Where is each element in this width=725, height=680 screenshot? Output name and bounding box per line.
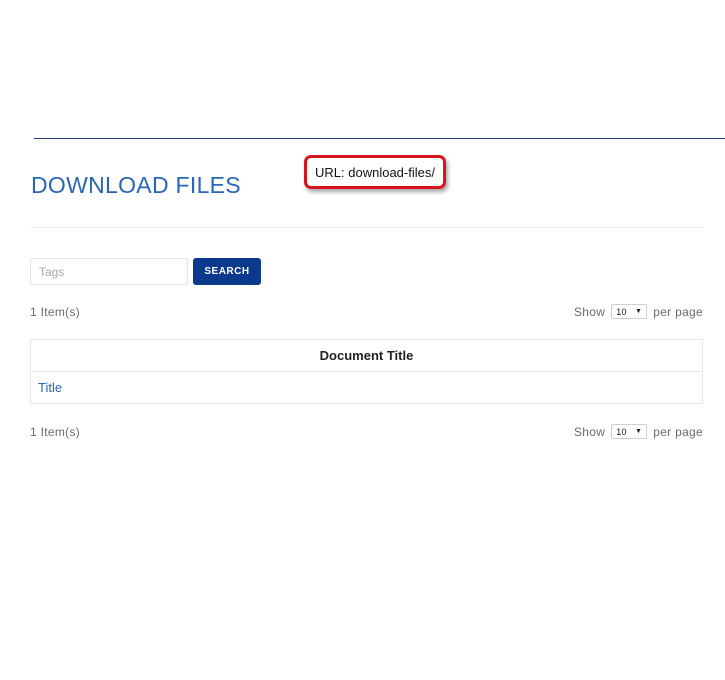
column-header-document-title[interactable]: Document Title xyxy=(30,339,703,372)
header-divider xyxy=(34,138,725,139)
per-page-label: per page xyxy=(653,424,703,439)
per-page-value: 10 xyxy=(616,426,627,437)
url-callout-text: URL: download-files/ xyxy=(315,164,435,180)
show-label: Show xyxy=(574,304,606,319)
pager-top: Show 10 ▼ per page xyxy=(574,304,703,319)
url-callout: URL: download-files/ xyxy=(304,155,446,189)
documents-table: Document Title Title xyxy=(30,339,703,404)
title-divider xyxy=(30,227,703,228)
chevron-down-icon: ▼ xyxy=(634,428,643,435)
search-button[interactable]: SEARCH xyxy=(193,258,261,285)
tags-search-input[interactable] xyxy=(30,258,188,285)
table-cell: Title xyxy=(30,371,703,404)
page-title: DOWNLOAD FILES xyxy=(31,172,241,198)
chevron-down-icon: ▼ xyxy=(634,308,643,315)
item-count-bottom: 1 Item(s) xyxy=(30,425,81,439)
pager-bottom: Show 10 ▼ per page xyxy=(574,424,703,439)
document-title-link[interactable]: Title xyxy=(38,380,62,395)
per-page-select[interactable]: 10 ▼ xyxy=(611,304,648,319)
per-page-label: per page xyxy=(653,304,703,319)
item-count-top: 1 Item(s) xyxy=(30,305,81,319)
table-header-row: Document Title xyxy=(30,339,703,372)
show-label: Show xyxy=(574,424,606,439)
per-page-select[interactable]: 10 ▼ xyxy=(611,424,648,439)
table-row: Title xyxy=(30,371,703,404)
per-page-value: 10 xyxy=(616,306,627,317)
